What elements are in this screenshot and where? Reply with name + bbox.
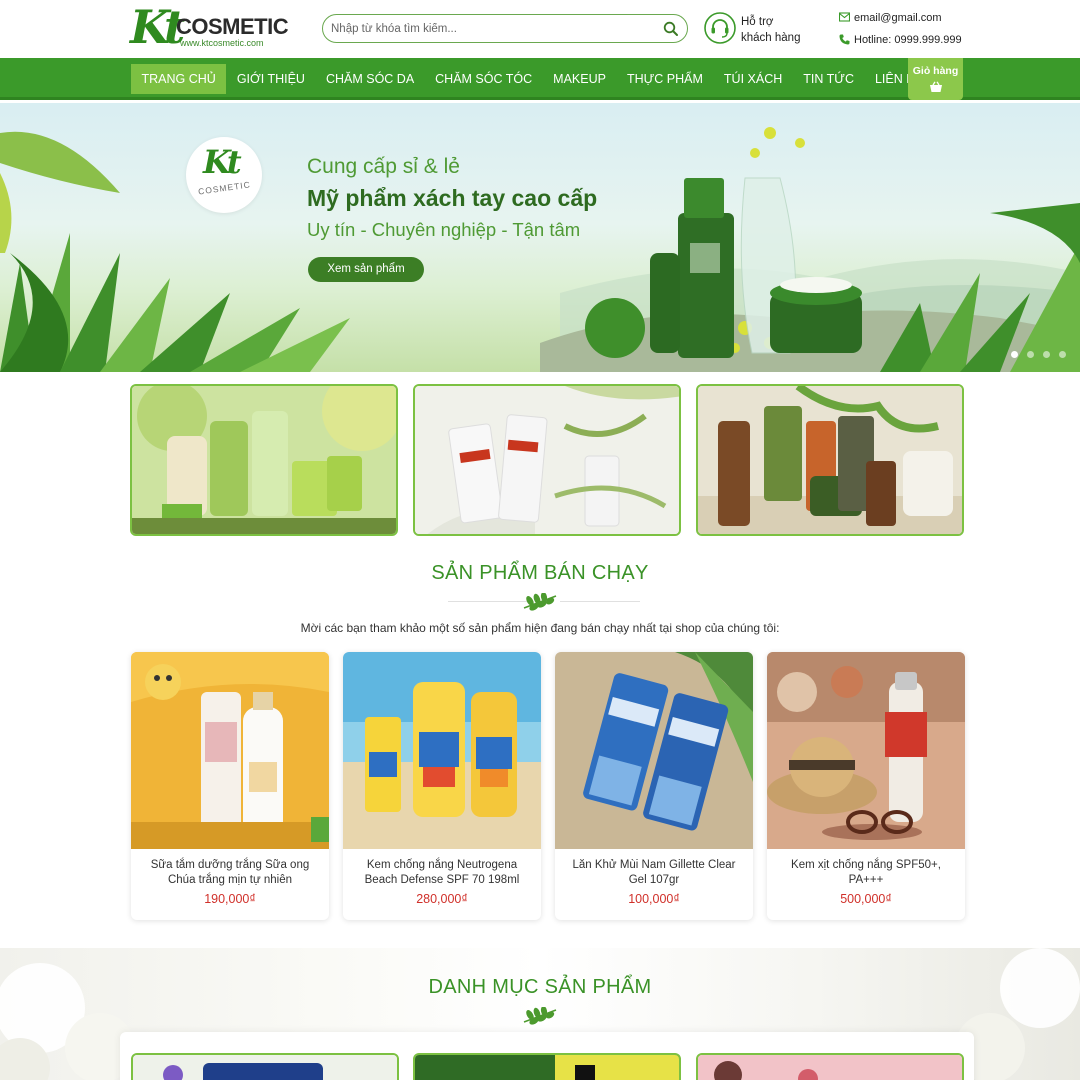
banner-subtitle: Cung cấp sỉ & lẻ <box>307 155 460 178</box>
product-card[interactable]: Sữa tắm dưỡng trắng Sữa ong Chúa trắng m… <box>131 652 329 920</box>
nav-item-cham-soc-da[interactable]: Chăm sóc da <box>315 64 424 94</box>
nav-item-tui-xach[interactable]: Túi xách <box>713 64 792 94</box>
categories-title: Danh mục sản phẩm <box>428 976 652 998</box>
contact-info: email@gmail.com Hotline: 0999.999.999 <box>839 10 979 52</box>
customer-support[interactable]: Hỗ trợ khách hàng <box>704 12 814 48</box>
product-name[interactable]: Kem chống nắng Neutrogena Beach Defense … <box>351 858 533 887</box>
bestsellers-title: Sản phẩm bán chạy <box>431 562 649 584</box>
cart-button[interactable]: Giỏ hàng <box>908 58 963 100</box>
banner-logo-mark: Kt <box>203 143 242 181</box>
nav-item-cham-soc-toc[interactable]: Chăm sóc tóc <box>425 64 543 94</box>
logo-mark: Kt <box>130 0 185 54</box>
hero-banner: Kt COSMETIC Cung cấp sỉ & lẻ Mỹ phẩm xác… <box>0 103 1080 372</box>
basket-icon <box>929 81 942 92</box>
support-label-line1: Hỗ trợ <box>741 16 774 28</box>
banner-logo-word: COSMETIC <box>197 179 252 197</box>
email-row[interactable]: email@gmail.com <box>839 10 979 30</box>
category-tile[interactable] <box>131 1053 399 1080</box>
bestsellers-description: Mời các bạn tham khảo một số sản phẩm hi… <box>300 621 780 635</box>
nav-item-tin-tuc[interactable]: Tin tức <box>793 64 865 94</box>
product-name[interactable]: Kem xịt chống nắng SPF50+, PA+++ <box>775 858 957 887</box>
banner-tagline: Uy tín - Chuyên nghiệp - Tận tâm <box>307 219 581 240</box>
search-input[interactable] <box>331 20 651 38</box>
promo-image-brown-bottles <box>698 386 962 534</box>
product-image-neutrogena-sunscreen <box>343 652 541 849</box>
nav-item-gioi-thieu[interactable]: Giới thiệu <box>226 64 315 94</box>
category-tile[interactable] <box>413 1053 681 1080</box>
product-image-royal-jelly-wash <box>131 652 329 849</box>
category-image <box>133 1055 397 1080</box>
slider-dot[interactable] <box>1059 351 1066 358</box>
product-image-sport-sunscreen-spray <box>767 652 965 849</box>
hotline-row[interactable]: Hotline: 0999.999.999 <box>839 32 979 52</box>
product-card[interactable]: Kem chống nắng Neutrogena Beach Defense … <box>343 652 541 920</box>
banner-title: Mỹ phẩm xách tay cao cấp <box>307 185 598 211</box>
product-price: 500,000₫ <box>840 892 892 906</box>
leaf-ornament-icon <box>523 1007 557 1025</box>
slider-dot[interactable] <box>1011 351 1018 358</box>
slider-dot[interactable] <box>1043 351 1050 358</box>
envelope-icon <box>839 12 850 22</box>
logo-site-text: www.ktcosmetic.com <box>180 38 264 48</box>
nav-item-makeup[interactable]: Makeup <box>543 64 617 94</box>
product-price: 280,000₫ <box>416 892 468 906</box>
promo-tile-cleanser[interactable] <box>413 384 681 536</box>
site-logo[interactable]: Kt COSMETIC www.ktcosmetic.com <box>130 0 289 54</box>
email-text: email@gmail.com <box>854 12 942 24</box>
leaf-ornament-icon <box>523 593 557 611</box>
product-price: 190,000₫ <box>204 892 256 906</box>
promo-image-green-bottles <box>132 386 396 534</box>
search-box <box>322 14 688 43</box>
banner-logo: Kt COSMETIC <box>186 137 262 213</box>
promo-tile-botanic[interactable] <box>696 384 964 536</box>
promo-tile-skincare[interactable] <box>130 384 398 536</box>
site-header: Kt COSMETIC www.ktcosmetic.com Hỗ trợ kh… <box>0 0 1080 58</box>
logo-brand-text: COSMETIC <box>176 14 289 39</box>
headset-icon <box>704 12 736 44</box>
slider-dots <box>1011 351 1066 358</box>
nav-item-thuc-pham[interactable]: Thực phẩm <box>616 64 713 94</box>
category-tile[interactable] <box>696 1053 964 1080</box>
hotline-text: Hotline: 0999.999.999 <box>854 34 962 46</box>
product-card[interactable]: Kem xịt chống nắng SPF50+, PA+++ 500,000… <box>767 652 965 920</box>
slider-dot[interactable] <box>1027 351 1034 358</box>
category-image <box>698 1055 962 1080</box>
product-name[interactable]: Sữa tắm dưỡng trắng Sữa ong Chúa trắng m… <box>139 858 321 887</box>
nav-item-trang-chu[interactable]: Trang chủ <box>131 64 227 94</box>
promo-image-white-tubes <box>415 386 679 534</box>
cart-label: Giỏ hàng <box>912 65 959 77</box>
nav-menu: Trang chủ Giới thiệu Chăm sóc da Chăm só… <box>131 64 934 94</box>
product-image-gillette-gel <box>555 652 753 849</box>
support-label-line2: khách hàng <box>741 32 801 44</box>
phone-icon <box>839 34 850 45</box>
view-products-button[interactable]: Xem sản phẩm <box>308 257 424 282</box>
product-card[interactable]: Lăn Khử Mùi Nam Gillette Clear Gel 107gr… <box>555 652 753 920</box>
title-divider-right <box>560 601 640 602</box>
product-price: 100,000₫ <box>628 892 680 906</box>
category-image <box>415 1055 679 1080</box>
product-name[interactable]: Lăn Khử Mùi Nam Gillette Clear Gel 107gr <box>563 858 745 887</box>
title-divider-left <box>448 601 528 602</box>
search-icon[interactable] <box>663 21 679 37</box>
